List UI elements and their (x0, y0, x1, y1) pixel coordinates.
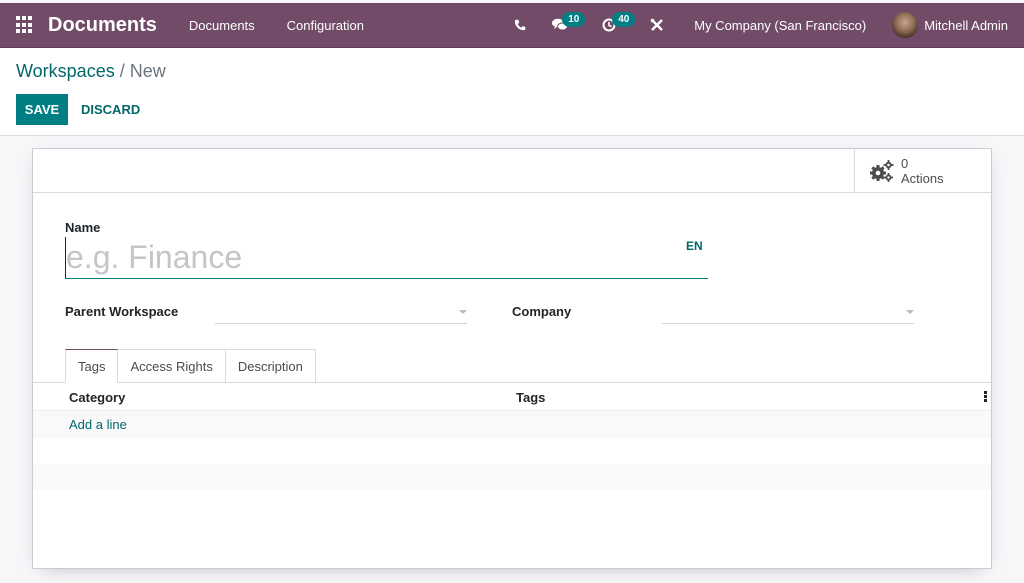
button-box: 0 Actions (33, 149, 991, 193)
add-line-link[interactable]: Add a line (69, 417, 127, 432)
tab-tags[interactable]: Tags (65, 349, 119, 383)
tab-access-rights[interactable]: Access Rights (118, 349, 226, 383)
chat-icon[interactable]: 10 (552, 3, 586, 47)
parent-workspace-select[interactable] (215, 300, 467, 324)
form-sheet: 0 Actions Name EN Parent Workspace Compa… (32, 148, 992, 569)
actions-count: 0 (901, 155, 909, 171)
optional-columns-icon[interactable] (984, 391, 987, 403)
actions-label: Actions (901, 170, 944, 186)
messages-count-badge: 10 (562, 12, 586, 27)
avatar (892, 12, 919, 38)
clock-icon[interactable]: 40 (602, 3, 636, 47)
breadcrumb-current: New (129, 61, 166, 81)
discard-button[interactable]: DISCARD (73, 94, 148, 125)
name-input[interactable] (65, 237, 708, 279)
list-row-empty (33, 464, 991, 490)
list-header: Category Tags (33, 383, 991, 411)
menu-configuration[interactable]: Configuration (287, 18, 364, 33)
list-row-add: Add a line (33, 412, 991, 438)
systray: 10 40 My Company (San Francisco) Mitchel… (502, 3, 1024, 47)
user-name: Mitchell Admin (924, 17, 1008, 33)
tab-description[interactable]: Description (225, 349, 316, 383)
chevron-down-icon (906, 310, 914, 314)
user-menu[interactable]: Mitchell Admin (892, 12, 1008, 38)
apps-menu-icon[interactable] (16, 16, 34, 34)
save-button[interactable]: SAVE (16, 94, 68, 125)
translate-button[interactable]: EN (686, 239, 703, 253)
breadcrumb-workspaces[interactable]: Workspaces (16, 61, 115, 81)
app-title[interactable]: Documents (48, 14, 157, 37)
company-select[interactable] (662, 300, 914, 324)
breadcrumb: Workspaces / New (16, 61, 166, 82)
parent-workspace-label: Parent Workspace (65, 304, 179, 319)
company-label: Company (512, 304, 572, 319)
list-row-empty (33, 438, 991, 464)
menu-documents[interactable]: Documents (189, 18, 255, 33)
main-navbar: Documents Documents Configuration 10 40 … (0, 3, 1024, 48)
column-category[interactable]: Category (69, 390, 125, 405)
gears-icon (869, 158, 895, 184)
name-label: Name (65, 220, 101, 235)
stat-text: 0 Actions (901, 156, 944, 186)
activities-count-badge: 40 (612, 12, 636, 27)
company-switcher[interactable]: My Company (San Francisco) (694, 18, 866, 33)
phone-icon[interactable] (514, 3, 526, 47)
tools-icon[interactable] (650, 3, 664, 47)
column-tags[interactable]: Tags (516, 390, 545, 405)
control-panel: Workspaces / New SAVE DISCARD (0, 48, 1024, 136)
actions-stat-button[interactable]: 0 Actions (854, 149, 991, 192)
breadcrumb-separator: / (119, 61, 125, 81)
chevron-down-icon (459, 310, 467, 314)
notebook-tabs: Tags Access Rights Description (65, 349, 316, 383)
